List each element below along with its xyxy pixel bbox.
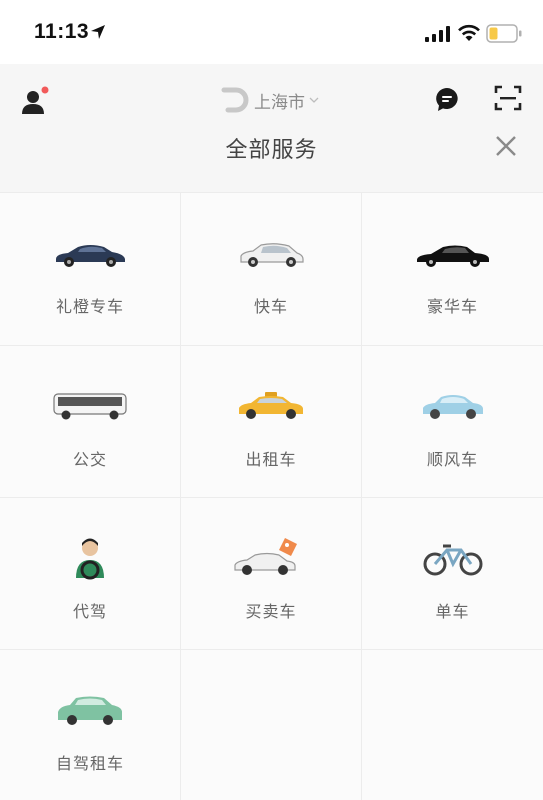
battery-icon [486,24,522,43]
profile-button[interactable] [18,84,52,118]
service-item-car-rental[interactable]: 自驾租车 [0,649,181,800]
luxury-black-sedan-icon [416,245,489,267]
page-title: 全部服务 [225,138,318,163]
close-button[interactable] [494,134,518,158]
suv-green-icon [58,696,122,725]
message-button[interactable] [434,86,460,112]
status-bar: 11:13 [0,0,543,64]
cellular-signal-icon [425,26,450,42]
service-label: 出租车 [245,450,297,469]
chevron-down-icon [309,97,319,103]
chauffeur-icon [76,538,104,580]
status-time: 11:13 [34,20,90,43]
service-label: 单车 [435,602,470,621]
scan-icon [494,85,522,111]
services-grid: 礼橙专车 快车 豪华车 公交 出租车 顺风车 代驾 买卖车 单车 自驾租车 [0,192,543,800]
service-label: 公交 [72,450,107,469]
city-selector[interactable]: 上海市 [220,86,319,114]
wifi-icon [458,24,480,41]
service-item-buy-sell-car[interactable]: 买卖车 [181,497,362,649]
header-top-bar: 上海市 [0,64,543,128]
notification-dot [41,86,49,94]
service-label: 快车 [253,297,288,316]
person-icon [22,86,49,114]
hatchback-white-icon [240,243,304,267]
scan-button[interactable] [494,84,522,112]
city-label: 上海市 [254,92,305,113]
service-label: 代驾 [72,602,107,621]
service-item-bus[interactable]: 公交 [0,345,181,497]
taxi-icon [239,392,303,419]
service-item-designated-driver[interactable]: 代驾 [0,497,181,649]
bus-icon [53,393,127,420]
service-item-bike[interactable]: 单车 [362,497,543,649]
header: 上海市 全部服务 [0,64,543,192]
car-with-price-tag-icon [234,538,297,575]
didi-logo-icon [221,87,249,113]
bicycle-icon [423,544,482,576]
empty-cell [362,649,543,800]
compact-car-blue-icon [422,395,483,419]
service-item-express[interactable]: 快车 [181,192,362,345]
empty-cell [181,649,362,800]
service-label: 顺风车 [426,450,478,469]
service-label: 自驾租车 [55,754,124,773]
service-label: 买卖车 [245,602,297,621]
service-item-hitch[interactable]: 顺风车 [362,345,543,497]
close-icon [496,136,516,156]
sedan-dark-blue-icon [56,245,125,267]
service-item-premier[interactable]: 礼橙专车 [0,192,181,345]
service-item-taxi[interactable]: 出租车 [181,345,362,497]
service-item-luxury[interactable]: 豪华车 [362,192,543,345]
location-arrow-icon [91,25,105,39]
message-bubble-icon [436,88,458,111]
service-label: 礼橙专车 [55,297,124,316]
service-label: 豪华车 [426,297,478,316]
